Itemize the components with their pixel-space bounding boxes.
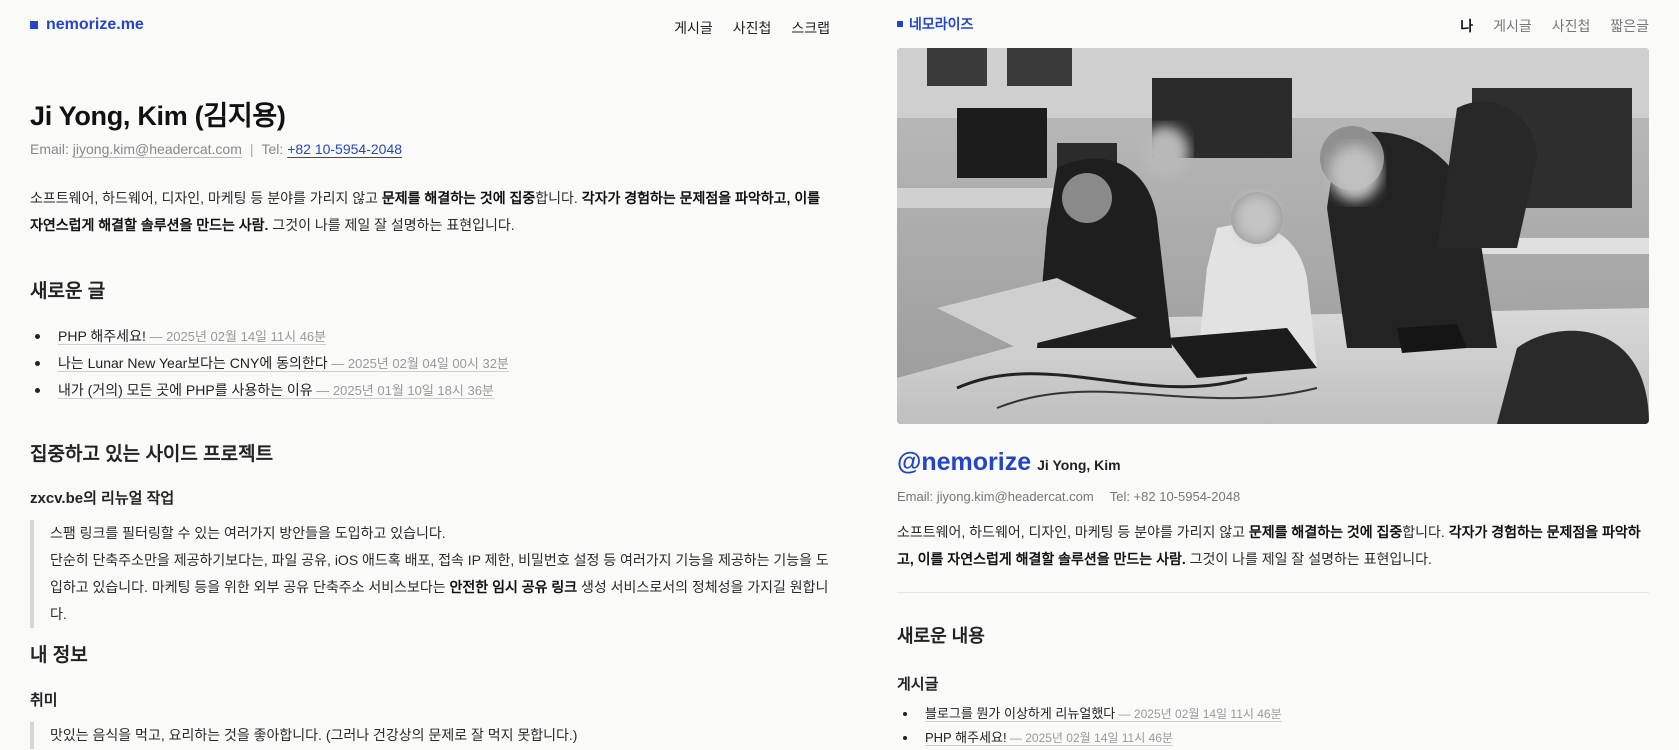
intro-paragraph: 소프트웨어, 하드웨어, 디자인, 마케팅 등 분야를 가리지 않고 문제를 해… xyxy=(897,519,1649,573)
project-line-2: 단순히 단축주소만을 제공하기보다는, 파일 공유, iOS 애드혹 배포, 접… xyxy=(50,547,830,628)
profile-photo xyxy=(897,48,1649,424)
list-item[interactable]: 내가 (거의) 모든 곳에 PHP를 사용하는 이유 — 2025년 01월 1… xyxy=(30,377,830,404)
nav-short-posts[interactable]: 짧은글 xyxy=(1610,16,1649,36)
post-date: — 2025년 02월 14일 11시 46분 xyxy=(145,329,327,345)
my-info-heading: 내 정보 xyxy=(30,645,88,666)
nav-me[interactable]: 나 xyxy=(1460,16,1473,36)
contact-line: Email: jiyong.kim@headercat.com Tel: +82 … xyxy=(897,489,1240,504)
hobby-description: 맛있는 음식을 먹고, 요리하는 것을 좋아합니다. (그러나 건강상의 문제로… xyxy=(30,722,830,749)
tel-text[interactable]: Tel: +82 10-5954-2048 xyxy=(1110,489,1240,504)
posts-subheading: 게시글 xyxy=(897,676,939,693)
post-title[interactable]: 블로그를 뭔가 이상하게 리뉴얼했다 xyxy=(925,706,1116,722)
list-item[interactable]: 나는 Lunar New Year보다는 CNY에 동의한다 — 2025년 0… xyxy=(30,350,830,377)
hobby-text: 맛있는 음식을 먹고, 요리하는 것을 좋아합니다. (그러나 건강상의 문제로… xyxy=(50,727,578,743)
top-nav: 나 게시글 사진첩 짧은글 xyxy=(1460,16,1649,36)
hobby-heading: 취미 xyxy=(30,692,58,709)
intro-text-2: 합니다. xyxy=(535,190,582,206)
project-line-1: 스팸 링크를 필터링할 수 있는 여러가지 방안들을 도입하고 있습니다. xyxy=(50,525,446,541)
email-link[interactable]: jiyong.kim@headercat.com xyxy=(72,141,242,158)
right-pane: 네모라이즈 나 게시글 사진첩 짧은글 @nemorize Ji Yong, K… xyxy=(897,0,1649,750)
list-item[interactable]: 블로그를 뭔가 이상하게 리뉴얼했다 — 2025년 02월 14일 11시 4… xyxy=(897,702,1649,726)
brand-name: 네모라이즈 xyxy=(909,16,974,32)
project-line-2-bold: 안전한 임시 공유 링크 xyxy=(449,579,578,595)
contact-line: Email: jiyong.kim@headercat.com | Tel: +82… xyxy=(30,141,402,158)
left-pane: nemorize.me 게시글 사진첩 스크랩 Ji Yong, Kim (김지… xyxy=(0,0,860,750)
intro-bold-1: 문제를 해결하는 것에 집중 xyxy=(1248,524,1403,540)
post-date: — 2025년 02월 14일 11시 46분 xyxy=(1115,707,1282,722)
intro-text-1: 소프트웨어, 하드웨어, 디자인, 마케팅 등 분야를 가리지 않고 xyxy=(897,524,1249,540)
profile-name: Ji Yong, Kim xyxy=(1037,457,1121,473)
new-posts-list: PHP 해주세요! — 2025년 02월 14일 11시 46분 나는 Lun… xyxy=(30,323,830,404)
site-header: nemorize.me 게시글 사진첩 스크랩 xyxy=(30,16,830,40)
contact-separator: | xyxy=(249,141,254,157)
intro-text-3: 그것이 나를 제일 잘 설명하는 표현입니다. xyxy=(1185,551,1432,567)
nav-scrap[interactable]: 스크랩 xyxy=(791,18,830,38)
page-title: Ji Yong, Kim (김지용) xyxy=(30,101,286,131)
brand-name: nemorize.me xyxy=(46,16,144,33)
brand-square-icon xyxy=(897,21,903,27)
nav-posts[interactable]: 게시글 xyxy=(674,18,713,38)
post-title[interactable]: 나는 Lunar New Year보다는 CNY에 동의한다 xyxy=(58,355,328,372)
new-posts-heading: 새로운 글 xyxy=(30,281,106,302)
site-header: 네모라이즈 나 게시글 사진첩 짧은글 xyxy=(897,14,1649,38)
post-title[interactable]: 내가 (거의) 모든 곳에 PHP를 사용하는 이유 xyxy=(58,382,313,399)
email-label: Email: xyxy=(30,141,73,157)
intro-bold-1: 문제를 해결하는 것에 집중 xyxy=(381,190,536,206)
side-project-heading: 집중하고 있는 사이드 프로젝트 xyxy=(30,444,274,465)
project-title: zxcv.be의 리뉴얼 작업 xyxy=(30,490,175,507)
nav-album[interactable]: 사진첩 xyxy=(733,18,772,38)
email-text[interactable]: Email: jiyong.kim@headercat.com xyxy=(897,489,1094,504)
post-date: — 2025년 01월 10일 18시 36분 xyxy=(312,383,494,399)
brand-square-icon xyxy=(30,21,38,29)
group-photo-image xyxy=(897,48,1649,424)
intro-paragraph: 소프트웨어, 하드웨어, 디자인, 마케팅 등 분야를 가리지 않고 문제를 해… xyxy=(30,185,830,239)
intro-text-2: 합니다. xyxy=(1402,524,1449,540)
post-date: — 2025년 02월 04일 00시 32분 xyxy=(327,356,509,372)
tel-label: Tel: xyxy=(261,141,288,157)
intro-text-3: 그것이 나를 제일 잘 설명하는 표현입니다. xyxy=(268,217,515,233)
tel-link[interactable]: +82 10-5954-2048 xyxy=(287,141,402,157)
profile-handle-row: @nemorize Ji Yong, Kim xyxy=(897,448,1121,477)
section-divider xyxy=(897,592,1649,593)
intro-text-1: 소프트웨어, 하드웨어, 디자인, 마케팅 등 분야를 가리지 않고 xyxy=(30,190,382,206)
top-nav: 게시글 사진첩 스크랩 xyxy=(674,18,830,38)
project-description: 스팸 링크를 필터링할 수 있는 여러가지 방안들을 도입하고 있습니다. 단순… xyxy=(30,520,830,628)
new-content-heading: 새로운 내용 xyxy=(897,626,985,646)
post-date: — 2025년 02월 14일 11시 46분 xyxy=(1006,731,1173,746)
nav-posts[interactable]: 게시글 xyxy=(1493,16,1532,36)
nav-album[interactable]: 사진첩 xyxy=(1552,16,1591,36)
recent-posts-list: 블로그를 뭔가 이상하게 리뉴얼했다 — 2025년 02월 14일 11시 4… xyxy=(897,702,1649,750)
profile-handle: @nemorize xyxy=(897,448,1032,476)
post-title[interactable]: PHP 해주세요! xyxy=(58,328,146,345)
list-item[interactable]: PHP 해주세요! — 2025년 02월 14일 11시 46분 xyxy=(897,726,1649,750)
list-item[interactable]: PHP 해주세요! — 2025년 02월 14일 11시 46분 xyxy=(30,323,830,350)
post-title[interactable]: PHP 해주세요! xyxy=(925,730,1007,746)
